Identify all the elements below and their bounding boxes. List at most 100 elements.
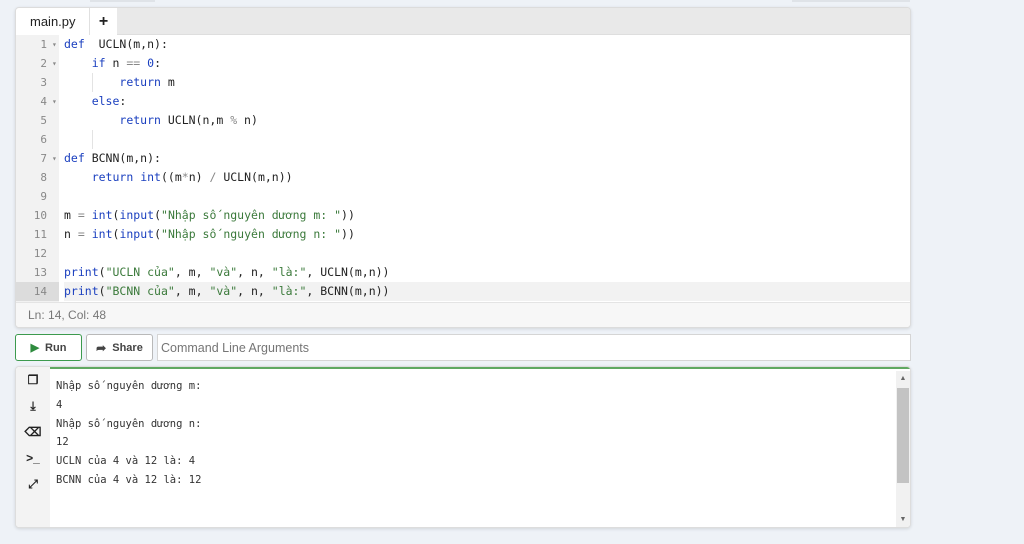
code-token: UCLN(m,n): (84, 37, 168, 51)
code-token: n) (188, 170, 210, 184)
top-divider (90, 0, 155, 2)
code-text: return m (64, 73, 910, 92)
line-number: 13 (33, 266, 47, 279)
code-token: input (119, 208, 155, 222)
scrollbar-thumb[interactable] (897, 388, 909, 483)
copy-icon[interactable]: ❐ (24, 373, 42, 391)
code-text: print("BCNN của", m, "và", n, "là:", BCN… (64, 282, 910, 301)
code-token: "BCNN của" (105, 284, 175, 298)
line-number: 14 (16, 282, 59, 301)
code-token: print (64, 265, 99, 279)
code-token: def (64, 37, 85, 51)
expand-icon[interactable]: ⤢ (24, 477, 42, 495)
output-line: Nhập số nguyên dương m: (56, 380, 202, 392)
play-icon: ▶ (30, 342, 40, 354)
share-icon: ➦ (96, 340, 107, 355)
code-token: , m, (174, 265, 210, 279)
code-text: n = int(input("Nhập số nguyên dương n: "… (64, 225, 910, 244)
code-token: UCLN(m,n)) (216, 170, 293, 184)
code-token: , n, (237, 284, 272, 298)
code-token: "và" (209, 265, 238, 279)
code-token: if (91, 56, 106, 70)
code-token: int (140, 170, 161, 184)
code-token: , UCLN(m,n)) (306, 265, 390, 279)
terminal-icon[interactable]: >_ (24, 451, 42, 469)
line-number: 3 (40, 76, 47, 89)
add-tab-button[interactable]: + (89, 8, 117, 35)
code-line[interactable]: 8 return int((m*n) / UCLN(m,n)) (16, 168, 910, 187)
code-editor-panel: main.py + 1 ▾ def UCLN(m,n): 2 ▾ if n == 0: 3… (15, 7, 911, 328)
code-line[interactable]: 9 (16, 187, 910, 206)
code-line[interactable]: 3 return m (16, 73, 910, 92)
fold-arrow-icon[interactable]: ▾ (52, 35, 57, 54)
output-scrollbar[interactable]: ▲ ▼ (896, 371, 910, 527)
scroll-down-icon[interactable]: ▼ (896, 516, 910, 523)
command-line-arguments-input[interactable] (157, 334, 911, 361)
console-output[interactable]: Nhập số nguyên dương m: 4 Nhập số nguyên d… (56, 377, 201, 490)
code-line[interactable]: 5 return UCLN(n,m % n) (16, 111, 910, 130)
line-number: 5 (40, 114, 47, 127)
share-label: Share (112, 341, 143, 354)
line-number: 10 (33, 209, 47, 222)
code-line[interactable]: 1 ▾ def UCLN(m,n): (16, 35, 910, 54)
code-area[interactable]: 1 ▾ def UCLN(m,n): 2 ▾ if n == 0: 3 return m4… (16, 35, 910, 303)
code-text: else: (64, 92, 910, 111)
code-line[interactable]: 11 n = int(input("Nhập số nguyên dương n:… (16, 225, 910, 244)
output-line: 12 (56, 436, 69, 449)
cursor-position-status: Ln: 14, Col: 48 (16, 302, 910, 327)
run-button[interactable]: ▶ Run (15, 334, 82, 361)
code-token: ( (154, 227, 162, 241)
code-token: : (119, 94, 127, 108)
code-token: int (91, 208, 113, 222)
output-line: BCNN của 4 và 12 là: 12 (56, 473, 202, 486)
code-token: "Nhập số nguyên dương m: " (161, 208, 342, 222)
code-text: m = int(input("Nhập số nguyên dương m: "… (64, 206, 910, 225)
code-token: n) (237, 113, 258, 127)
code-token: "Nhập số nguyên dương n: " (161, 227, 342, 241)
line-number: 12 (33, 247, 47, 260)
fold-arrow-icon[interactable]: ▾ (52, 54, 57, 73)
tab-main-py[interactable]: main.py (16, 8, 89, 35)
line-number: 8 (40, 171, 47, 184)
line-number: 11 (33, 228, 47, 241)
code-line[interactable]: 7 ▾ def BCNN(m,n): (16, 149, 910, 168)
code-token: UCLN(n,m (160, 113, 231, 127)
code-token: return (91, 170, 134, 184)
code-line[interactable]: 12 (16, 244, 910, 263)
code-token: ((m (160, 170, 182, 184)
output-status-bar (50, 367, 910, 369)
code-token: ( (98, 265, 106, 279)
code-text: print("UCLN của", m, "và", n, "là:", UCL… (64, 263, 910, 282)
code-token: , n, (237, 265, 272, 279)
code-line[interactable]: 14 print("BCNN của", m, "và", n, "là:", B… (16, 282, 910, 301)
code-token: input (119, 227, 155, 241)
run-label: Run (45, 341, 67, 354)
code-token: * (181, 170, 189, 184)
code-token: print (64, 284, 99, 298)
code-token: "là:" (271, 284, 307, 298)
line-number: 9 (40, 190, 47, 203)
code-line[interactable]: 13 print("UCLN của", m, "và", n, "là:", U… (16, 263, 910, 282)
code-token: == (126, 56, 141, 70)
code-token: )) (341, 208, 355, 222)
share-button[interactable]: ➦ Share (86, 334, 153, 361)
fold-arrow-icon[interactable]: ▾ (52, 149, 57, 168)
fold-arrow-icon[interactable]: ▾ (52, 92, 57, 111)
code-token: , BCNN(m,n)) (306, 284, 390, 298)
code-line[interactable]: 10 m = int(input("Nhập số nguyên dương m:… (16, 206, 910, 225)
code-line[interactable]: 4 ▾ else: (16, 92, 910, 111)
code-text: def BCNN(m,n): (64, 149, 910, 168)
download-icon[interactable]: ⤓ (24, 399, 42, 417)
code-line[interactable]: 6 (16, 130, 910, 149)
scroll-up-icon[interactable]: ▲ (896, 375, 910, 382)
code-line[interactable]: 2 ▾ if n == 0: (16, 54, 910, 73)
eraser-icon[interactable]: ⌫ (24, 425, 42, 443)
code-token: ( (98, 284, 106, 298)
code-token: "và" (209, 284, 238, 298)
